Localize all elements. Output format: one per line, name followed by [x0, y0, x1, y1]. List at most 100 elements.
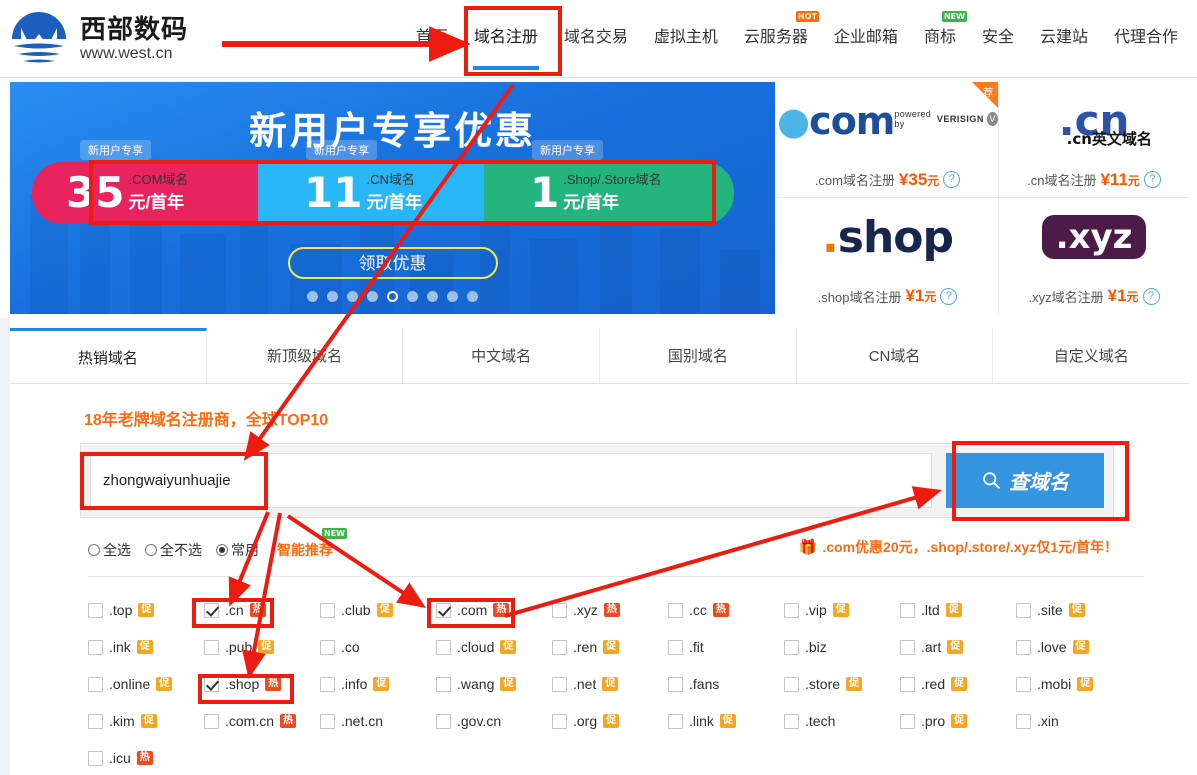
tld-checkbox[interactable] — [88, 750, 103, 766]
nav-item-4[interactable]: 云服务器 HOT — [731, 11, 821, 52]
tld-checkbox[interactable] — [204, 713, 219, 729]
tld-checkbox[interactable] — [204, 602, 219, 618]
tld-option-icu[interactable]: .icu 热 — [88, 748, 204, 768]
tld-option-ink[interactable]: .ink 促 — [88, 637, 204, 657]
smart-recommend-link[interactable]: 智能推荐 NEW — [277, 528, 347, 560]
tld-checkbox[interactable] — [436, 602, 451, 618]
tld-option-mobi[interactable]: .mobi 促 — [1016, 674, 1132, 694]
tld-checkbox[interactable] — [900, 602, 915, 618]
tld-option-com[interactable]: .com 热 — [436, 600, 552, 620]
help-icon[interactable]: ? — [943, 171, 961, 188]
tld-checkbox[interactable] — [900, 639, 915, 655]
tld-checkbox[interactable] — [88, 713, 103, 729]
nav-item-0[interactable]: 首页 — [403, 24, 461, 52]
tab-4[interactable]: CN域名 — [796, 328, 994, 383]
tld-checkbox[interactable] — [552, 713, 567, 729]
tld-checkbox[interactable] — [668, 602, 683, 618]
tld-option-co[interactable]: .co — [320, 637, 436, 657]
tld-option-vip[interactable]: .vip 促 — [784, 600, 900, 620]
promo-card-2[interactable]: .shop .shop域名注册 ¥1元? — [777, 198, 1000, 314]
tld-checkbox[interactable] — [552, 602, 567, 618]
tld-option-comcn[interactable]: .com.cn 热 — [204, 711, 320, 731]
banner-offer-0[interactable]: 新用户专享 35 .COM域名 元/首年 — [32, 140, 270, 224]
domain-search-input[interactable] — [90, 453, 932, 508]
promo-card-3[interactable]: .xyz .xyz域名注册 ¥1元? — [999, 198, 1189, 314]
tld-option-biz[interactable]: .biz — [784, 637, 900, 657]
tld-checkbox[interactable] — [204, 676, 219, 692]
help-icon[interactable]: ? — [1143, 171, 1161, 188]
tab-2[interactable]: 中文域名 — [403, 328, 601, 383]
tld-option-pro[interactable]: .pro 促 — [900, 711, 1016, 731]
nav-item-6[interactable]: 商标 NEW — [911, 11, 969, 52]
banner-dot-3[interactable] — [367, 291, 378, 302]
promo-banner[interactable]: 新用户专享优惠 新用户专享 35 .COM域名 元/首年 新用户专享 11 .CN域名 元/首… — [10, 82, 775, 314]
tab-1[interactable]: 新顶级域名 — [206, 328, 404, 383]
tld-checkbox[interactable] — [552, 676, 567, 692]
tld-checkbox[interactable] — [1016, 639, 1031, 655]
banner-dot-2[interactable] — [347, 291, 358, 302]
tld-option-cn[interactable]: .cn 热 — [204, 600, 320, 620]
tld-option-cloud[interactable]: .cloud 促 — [436, 637, 552, 657]
banner-dot-4[interactable] — [387, 291, 398, 302]
tld-checkbox[interactable] — [436, 639, 451, 655]
tld-checkbox[interactable] — [1016, 676, 1031, 692]
banner-offer-1[interactable]: 新用户专享 11 .CN域名 元/首年 — [258, 140, 496, 224]
banner-dot-5[interactable] — [407, 291, 418, 302]
tld-option-info[interactable]: .info 促 — [320, 674, 436, 694]
tld-checkbox[interactable] — [88, 676, 103, 692]
option-common[interactable]: 常用 — [216, 540, 259, 560]
tld-option-fit[interactable]: .fit — [668, 637, 784, 657]
tld-checkbox[interactable] — [784, 602, 799, 618]
tld-checkbox[interactable] — [320, 639, 335, 655]
nav-item-7[interactable]: 安全 — [969, 24, 1027, 52]
tld-option-govcn[interactable]: .gov.cn — [436, 711, 552, 731]
tld-checkbox[interactable] — [668, 639, 683, 655]
tld-checkbox[interactable] — [88, 602, 103, 618]
tab-0[interactable]: 热销域名 — [10, 328, 207, 383]
tld-option-wang[interactable]: .wang 促 — [436, 674, 552, 694]
help-icon[interactable]: ? — [1142, 287, 1160, 305]
tld-option-kim[interactable]: .kim 促 — [88, 711, 204, 731]
tld-option-club[interactable]: .club 促 — [320, 600, 436, 620]
nav-item-8[interactable]: 云建站 — [1027, 24, 1101, 52]
tld-checkbox[interactable] — [668, 676, 683, 692]
tld-option-netcn[interactable]: .net.cn — [320, 711, 436, 731]
tld-checkbox[interactable] — [436, 676, 451, 692]
tld-option-store[interactable]: .store 促 — [784, 674, 900, 694]
tld-checkbox[interactable] — [320, 676, 335, 692]
banner-dot-7[interactable] — [447, 291, 458, 302]
tld-option-org[interactable]: .org 促 — [552, 711, 668, 731]
tld-option-link[interactable]: .link 促 — [668, 711, 784, 731]
radio-select-all[interactable] — [88, 544, 100, 556]
site-logo[interactable]: 西部数码 www.west.cn — [8, 8, 188, 70]
radio-common[interactable] — [216, 544, 228, 556]
radio-select-none[interactable] — [145, 544, 157, 556]
nav-item-1[interactable]: 域名注册 — [461, 24, 551, 70]
tld-option-love[interactable]: .love 促 — [1016, 637, 1132, 657]
tab-3[interactable]: 国别域名 — [600, 328, 797, 383]
banner-dot-0[interactable] — [307, 291, 318, 302]
tld-checkbox[interactable] — [900, 713, 915, 729]
tld-option-ren[interactable]: .ren 促 — [552, 637, 668, 657]
tld-checkbox[interactable] — [204, 639, 219, 655]
tld-checkbox[interactable] — [784, 676, 799, 692]
tld-option-xyz[interactable]: .xyz 热 — [552, 600, 668, 620]
tld-option-fans[interactable]: .fans — [668, 674, 784, 694]
nav-item-3[interactable]: 虚拟主机 — [641, 24, 731, 52]
tld-option-top[interactable]: .top 促 — [88, 600, 204, 620]
tld-checkbox[interactable] — [784, 713, 799, 729]
banner-cta-button[interactable]: 领取优惠 — [287, 247, 498, 279]
banner-dot-1[interactable] — [327, 291, 338, 302]
option-select-none[interactable]: 全不选 — [145, 540, 202, 560]
help-icon[interactable]: ? — [940, 287, 958, 305]
tld-option-pub[interactable]: .pub 促 — [204, 637, 320, 657]
promo-card-0[interactable]: ●com powered by VERISIGN V .com域名注册 ¥35元? 荐 — [777, 82, 1000, 198]
tld-option-red[interactable]: .red 促 — [900, 674, 1016, 694]
tab-5[interactable]: 自定义域名 — [993, 328, 1190, 383]
tld-option-cc[interactable]: .cc 热 — [668, 600, 784, 620]
tld-option-shop[interactable]: .shop 热 — [204, 674, 320, 694]
tld-option-online[interactable]: .online 促 — [88, 674, 204, 694]
tld-checkbox[interactable] — [1016, 713, 1031, 729]
nav-item-2[interactable]: 域名交易 — [551, 24, 641, 52]
nav-item-5[interactable]: 企业邮箱 — [821, 24, 911, 52]
